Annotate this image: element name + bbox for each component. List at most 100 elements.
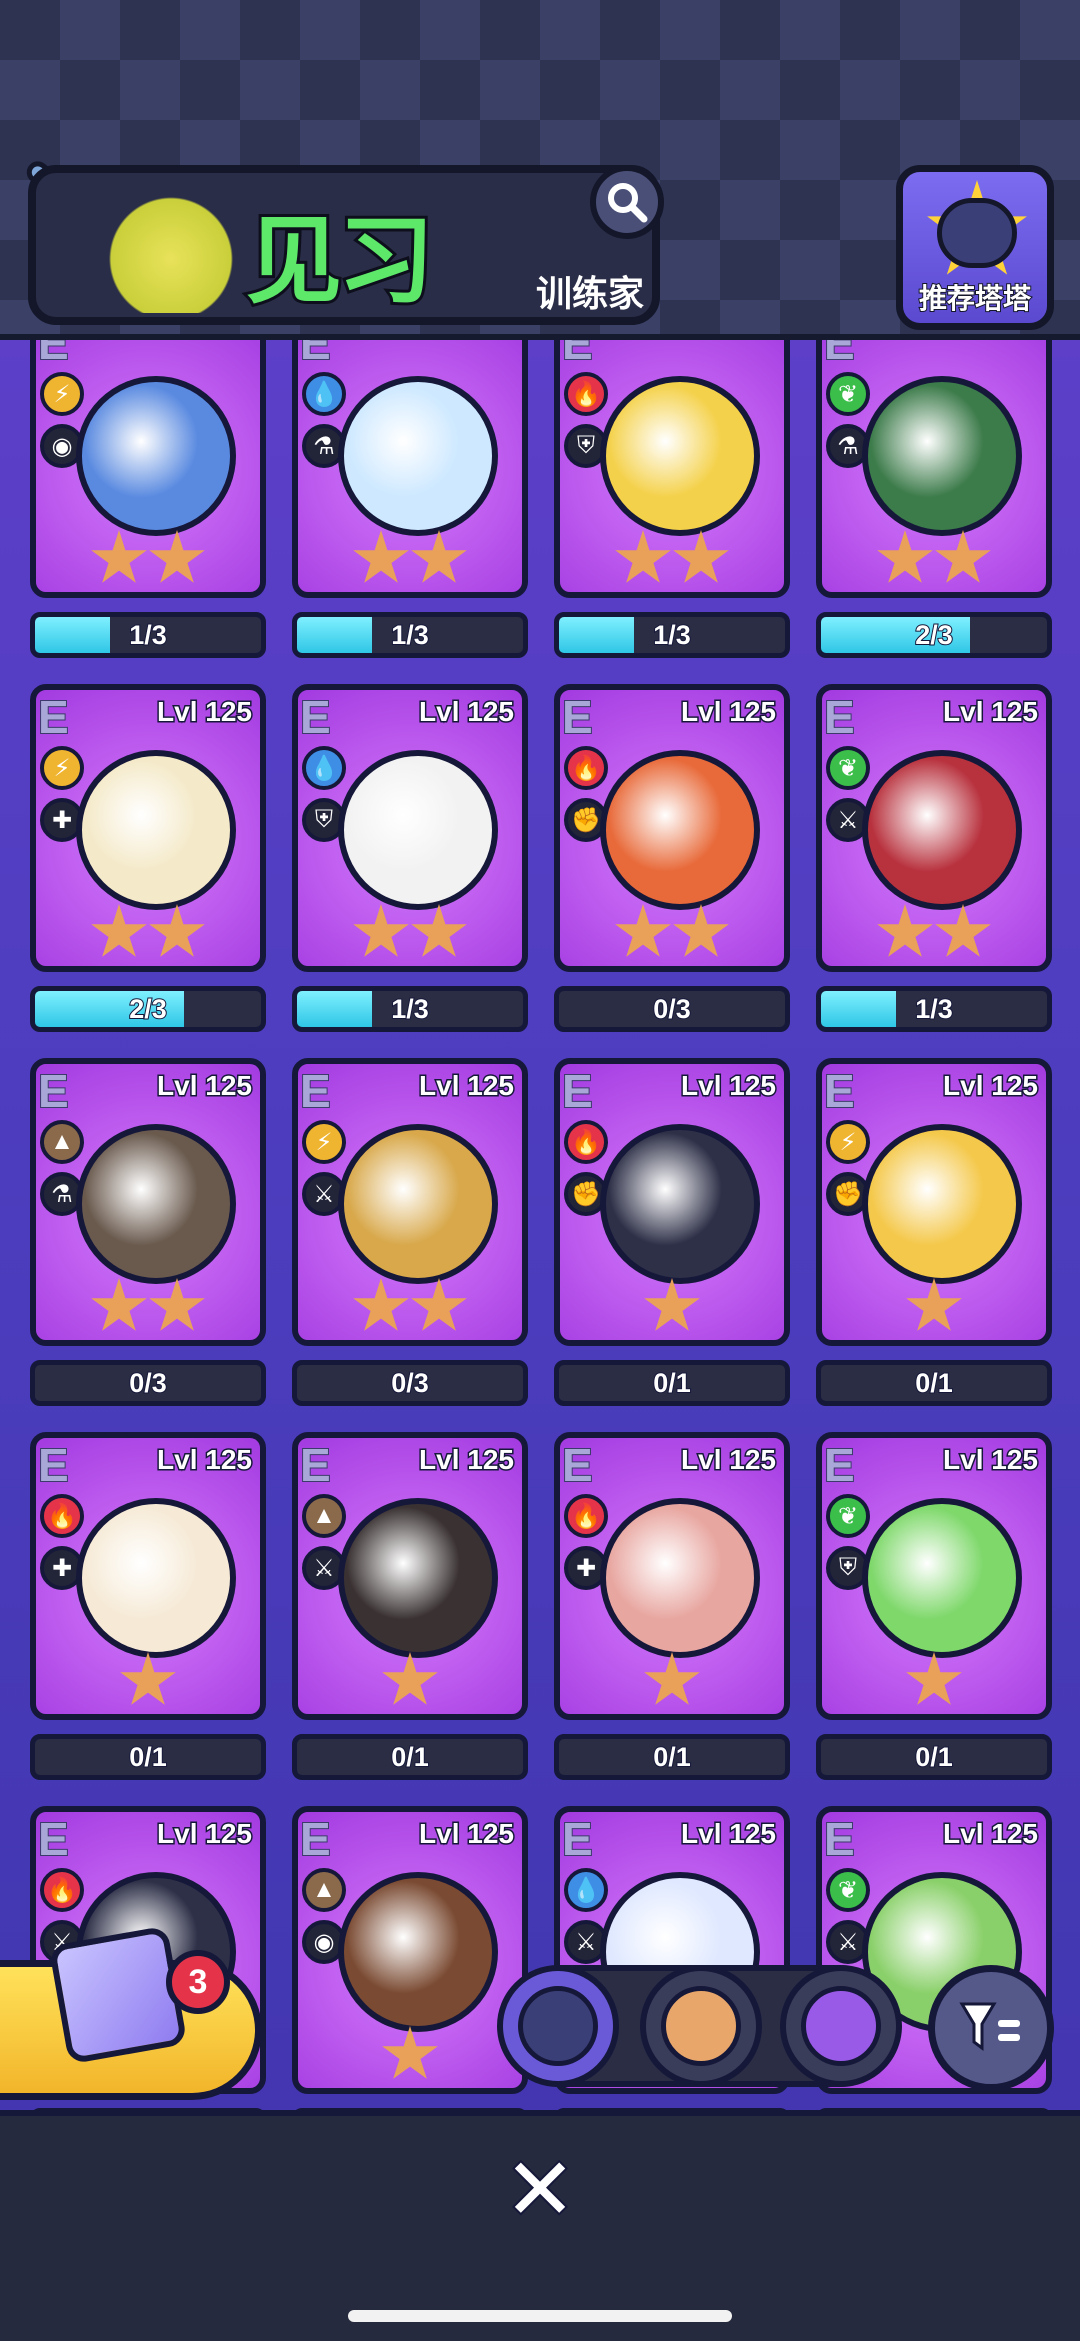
star-icon xyxy=(382,1652,438,1705)
star-icon xyxy=(644,1652,700,1705)
progress-text: 0/1 xyxy=(652,1741,692,1773)
card-grade: E xyxy=(37,1064,70,1118)
progress-text: 0/3 xyxy=(128,1367,168,1399)
tower-card[interactable]: E Lvl 125 🔥 ✚ xyxy=(30,1432,266,1720)
tower-card[interactable]: E Lvl 125 🔥 ✊ xyxy=(554,684,790,972)
search-button[interactable] xyxy=(590,165,664,239)
creature-portrait xyxy=(76,750,236,910)
bird-mascot-icon xyxy=(96,193,246,313)
shard-icon xyxy=(801,1986,881,2066)
star-icon xyxy=(935,530,991,583)
star-icon xyxy=(149,530,205,583)
card-grade: E xyxy=(561,1064,594,1118)
card-level: Lvl 125 xyxy=(418,1817,516,1851)
home-indicator[interactable] xyxy=(348,2310,732,2322)
progress-text: 1/3 xyxy=(652,619,692,651)
page-subtitle: 训练家 xyxy=(536,273,645,314)
tower-card[interactable]: E ⚡ ◉ xyxy=(30,340,266,598)
mystery-box-icon[interactable] xyxy=(48,1925,188,2065)
shard-progress-bar: 0/1 xyxy=(30,1734,266,1780)
creature-portrait xyxy=(862,750,1022,910)
shard-progress-bar: 1/3 xyxy=(30,612,266,658)
tower-card[interactable]: E Lvl 125 ▲ ⚔ xyxy=(292,1432,528,1720)
card-grade: E xyxy=(299,1438,332,1492)
card-level: Lvl 125 xyxy=(942,695,1040,729)
tower-card[interactable]: E Lvl 125 🔥 ✚ xyxy=(554,1432,790,1720)
tab-bun[interactable] xyxy=(640,1965,762,2087)
recommend-button[interactable]: 推荐塔塔 xyxy=(896,165,1054,330)
star-icon xyxy=(149,1278,205,1331)
star-icon xyxy=(615,904,671,957)
star-icon xyxy=(120,1652,176,1705)
creature-portrait xyxy=(338,1872,498,2032)
creature-portrait xyxy=(338,1498,498,1658)
card-level: Lvl 125 xyxy=(942,1443,1040,1477)
close-icon: ✕ xyxy=(502,2142,578,2238)
creature-portrait xyxy=(600,1124,760,1284)
progress-text: 0/3 xyxy=(652,993,692,1025)
water-element-icon: 💧 xyxy=(302,746,346,790)
shard-progress-bar: 0/1 xyxy=(816,1734,1052,1780)
card-level: Lvl 125 xyxy=(156,695,254,729)
tower-card[interactable]: E Lvl 125 🔥 ✊ xyxy=(554,1058,790,1346)
tab-tata[interactable] xyxy=(497,1965,619,2087)
card-grade: E xyxy=(823,1812,856,1866)
card-grade: E xyxy=(823,1438,856,1492)
grass-element-icon: ❦ xyxy=(826,372,870,416)
star-rating xyxy=(36,530,260,588)
tower-card[interactable]: E Lvl 125 💧 ⛨ xyxy=(292,684,528,972)
progress-text: 0/1 xyxy=(652,1367,692,1399)
close-button[interactable]: ✕ xyxy=(500,2145,580,2235)
mystery-box-count-badge: 3 xyxy=(166,1950,230,2014)
card-grade: E xyxy=(823,340,856,370)
tower-card[interactable]: E Lvl 125 ▲ ◉ xyxy=(292,1806,528,2094)
tower-card[interactable]: E ❦ ⚗ xyxy=(816,340,1052,598)
tab-shard[interactable] xyxy=(780,1965,902,2087)
tower-card[interactable]: E 🔥 ⛨ xyxy=(554,340,790,598)
creature-portrait xyxy=(600,750,760,910)
star-rating xyxy=(560,904,784,962)
card-grade: E xyxy=(37,690,70,744)
tower-card[interactable]: E Lvl 125 ▲ ⚗ xyxy=(30,1058,266,1346)
progress-text: 0/1 xyxy=(914,1741,954,1773)
tower-card[interactable]: E Lvl 125 ⚡ ⚔ xyxy=(292,1058,528,1346)
shard-progress-bar: 1/3 xyxy=(292,986,528,1032)
card-level: Lvl 125 xyxy=(156,1817,254,1851)
star-icon xyxy=(411,530,467,583)
star-rating xyxy=(298,1652,522,1710)
star-icon xyxy=(91,904,147,957)
creature-portrait xyxy=(862,376,1022,536)
shard-progress-bar: 0/3 xyxy=(554,986,790,1032)
tower-card[interactable]: E Lvl 125 ⚡ ✚ xyxy=(30,684,266,972)
progress-text: 1/3 xyxy=(914,993,954,1025)
star-icon xyxy=(877,904,933,957)
card-grade: E xyxy=(299,1064,332,1118)
earth-element-icon: ▲ xyxy=(302,1868,346,1912)
star-rating xyxy=(36,1652,260,1710)
card-grade: E xyxy=(561,1438,594,1492)
card-grade: E xyxy=(299,1812,332,1866)
bun-icon xyxy=(661,1986,741,2066)
recommend-label: 推荐塔塔 xyxy=(918,282,1032,315)
water-element-icon: 💧 xyxy=(564,1868,608,1912)
creature-portrait xyxy=(338,376,498,536)
star-icon xyxy=(353,530,409,583)
shard-progress-bar: 1/3 xyxy=(554,612,790,658)
tower-card[interactable]: E Lvl 125 ❦ ⚔ xyxy=(816,684,1052,972)
filter-button[interactable] xyxy=(928,1965,1054,2091)
progress-text: 1/3 xyxy=(390,993,430,1025)
star-icon xyxy=(935,904,991,957)
tower-card[interactable]: E 💧 ⚗ xyxy=(292,340,528,598)
grass-element-icon: ❦ xyxy=(826,1868,870,1912)
star-rating xyxy=(822,1278,1046,1336)
tower-card[interactable]: E Lvl 125 ❦ ⛨ xyxy=(816,1432,1052,1720)
shard-progress-bar: 1/3 xyxy=(816,986,1052,1032)
fire-element-icon: 🔥 xyxy=(564,1120,608,1164)
shard-progress-bar: 0/1 xyxy=(554,1734,790,1780)
card-grade: E xyxy=(37,1812,70,1866)
shard-progress-bar: 0/3 xyxy=(292,1360,528,1406)
star-icon xyxy=(906,1652,962,1705)
creature-portrait xyxy=(600,376,760,536)
tower-card[interactable]: E Lvl 125 ⚡ ✊ xyxy=(816,1058,1052,1346)
progress-text: 0/3 xyxy=(390,1367,430,1399)
